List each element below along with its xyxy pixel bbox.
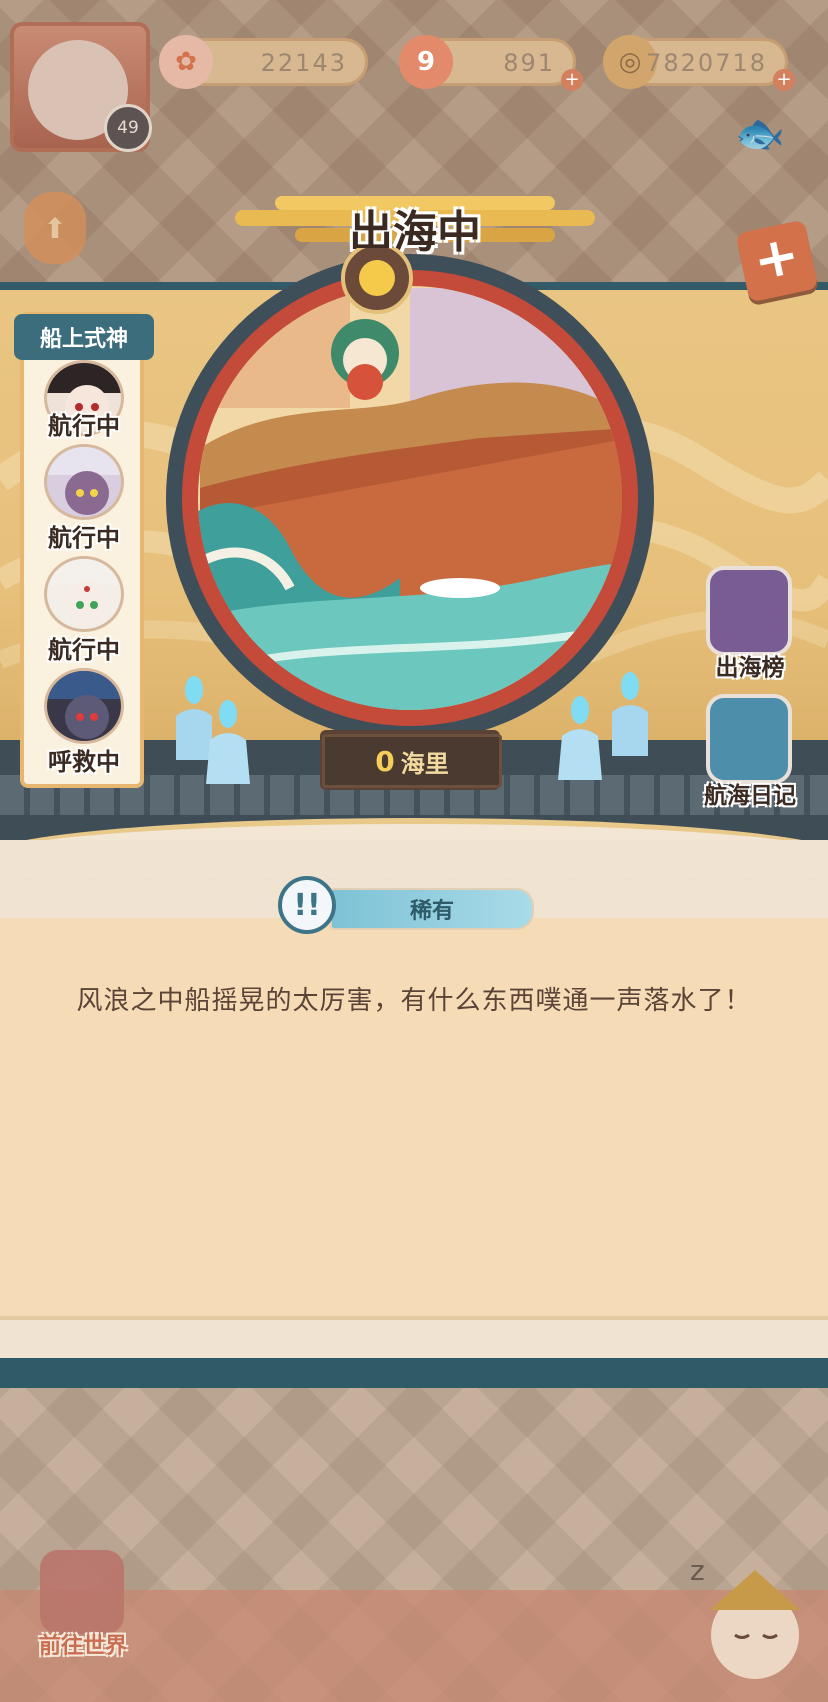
add-resource-2-button[interactable]: + bbox=[561, 69, 583, 91]
resource-bar-2: 9 891 + bbox=[399, 35, 583, 91]
leaderboard-label: 出海榜 bbox=[715, 655, 785, 681]
ghost-candle-icon bbox=[558, 696, 602, 780]
crew-member[interactable]: 航行中 bbox=[34, 556, 134, 668]
page-title: 出海中 bbox=[349, 207, 481, 258]
book-icon bbox=[706, 694, 792, 784]
resource-1-value: 22143 bbox=[260, 49, 347, 77]
resource-bar-1: ✿ 22143 bbox=[159, 35, 368, 89]
crew-member[interactable]: 呼救中 bbox=[34, 668, 134, 780]
add-button[interactable]: + bbox=[735, 219, 819, 303]
crew-portrait bbox=[44, 556, 124, 632]
ghost-candle-icon bbox=[612, 672, 648, 756]
alert-icon: !! bbox=[278, 876, 336, 934]
resource-3-value: 7820718 bbox=[646, 49, 767, 77]
crew-status: 航行中 bbox=[48, 636, 120, 664]
leaderboard-button[interactable]: 出海榜 bbox=[692, 566, 808, 686]
scroll-icon bbox=[706, 566, 792, 656]
crew-list-tab: 船上式神 bbox=[14, 314, 154, 360]
crew-status: 呼救中 bbox=[48, 748, 120, 776]
resource-bar-3: ◎ 7820718 + bbox=[603, 35, 795, 91]
diary-label: 航海日记 bbox=[704, 783, 796, 809]
add-resource-3-button[interactable]: + bbox=[773, 69, 795, 91]
magatama-icon: 9 bbox=[399, 35, 453, 89]
voyage-scene bbox=[166, 248, 654, 742]
crew-status: 航行中 bbox=[48, 412, 120, 440]
rarity-tag: 稀有 bbox=[330, 888, 534, 930]
diary-button[interactable]: 航海日记 bbox=[692, 694, 808, 814]
distance-unit: 海里 bbox=[400, 749, 449, 778]
event-panel bbox=[0, 918, 828, 1316]
go-to-world-label: 前往世界 bbox=[38, 1634, 127, 1659]
arrow-up-icon: ⬆ bbox=[43, 211, 67, 245]
ghost-candle-icon bbox=[206, 700, 250, 784]
crew-member[interactable]: 航行中 bbox=[34, 444, 134, 556]
distance-value: 0 bbox=[375, 744, 395, 778]
upgrade-lantern-button[interactable]: ⬆ bbox=[24, 192, 86, 264]
player-level-badge: 49 bbox=[104, 104, 152, 152]
fish-charm-icon: 🐟 bbox=[735, 111, 785, 157]
panel-footer-stripe bbox=[0, 1358, 828, 1388]
crew-status: 航行中 bbox=[48, 524, 120, 552]
distance-plaque: 0 海里 bbox=[322, 734, 502, 788]
crew-portrait bbox=[44, 668, 124, 744]
resource-2-value: 891 bbox=[503, 49, 555, 77]
sleeping-character-icon[interactable]: z bbox=[680, 1540, 810, 1690]
event-message: 风浪之中船摇晃的太厉害，有什么东西噗通一声落水了！ bbox=[76, 986, 752, 1016]
svg-text:z: z bbox=[690, 1554, 705, 1587]
sakura-icon: ✿ bbox=[159, 35, 213, 89]
panel-footer-band bbox=[0, 1316, 828, 1364]
crew-portrait bbox=[44, 444, 124, 520]
